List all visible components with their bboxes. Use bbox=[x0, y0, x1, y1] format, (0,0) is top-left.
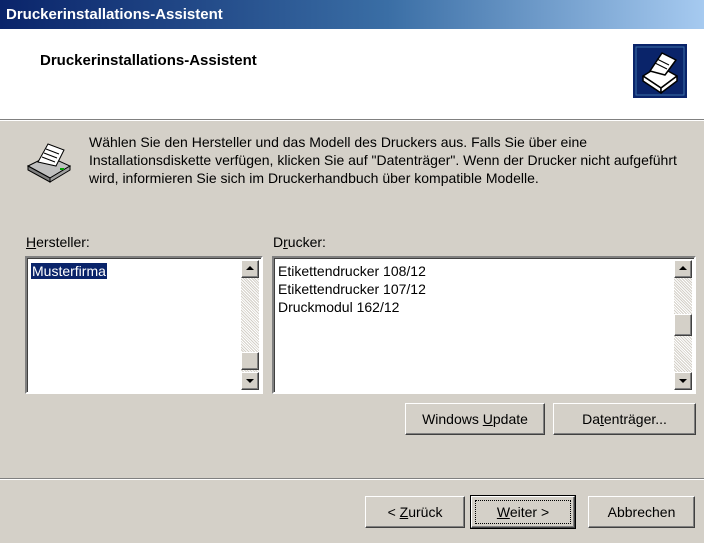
printer-scrollbar[interactable] bbox=[674, 260, 692, 390]
printer-item[interactable]: Etikettendrucker 108/12 bbox=[278, 262, 426, 280]
manufacturer-list[interactable]: Musterfirma bbox=[25, 256, 263, 394]
manufacturer-label: Hersteller: bbox=[26, 234, 90, 250]
scroll-thumb[interactable] bbox=[241, 352, 259, 370]
printer-item[interactable]: Etikettendrucker 107/12 bbox=[278, 280, 426, 298]
cancel-button[interactable]: Abbrechen bbox=[588, 496, 695, 528]
printer-item[interactable]: Druckmodul 162/12 bbox=[278, 298, 426, 316]
title-bar[interactable]: Druckerinstallations-Assistent bbox=[0, 0, 704, 29]
manufacturer-scrollbar[interactable] bbox=[241, 260, 259, 390]
printer-list[interactable]: Etikettendrucker 108/12 Etikettendrucker… bbox=[272, 256, 696, 394]
window-title: Druckerinstallations-Assistent bbox=[6, 6, 223, 23]
focus-rect bbox=[475, 500, 571, 524]
scroll-down-button[interactable] bbox=[241, 372, 259, 390]
printer-label: Drucker: bbox=[273, 234, 326, 250]
scroll-thumb[interactable] bbox=[674, 314, 692, 336]
have-disk-button[interactable]: Datenträger... bbox=[553, 403, 696, 435]
printer-install-wizard-window: Druckerinstallations-Assistent Druckerin… bbox=[0, 0, 704, 543]
printer-icon bbox=[26, 143, 72, 183]
windows-update-button[interactable]: Windows Update bbox=[405, 403, 545, 435]
footer-separator bbox=[0, 478, 704, 480]
scroll-down-button[interactable] bbox=[674, 372, 692, 390]
intro-text: Wählen Sie den Hersteller und das Modell… bbox=[89, 134, 677, 186]
scroll-up-button[interactable] bbox=[674, 260, 692, 278]
header-title: Druckerinstallations-Assistent bbox=[40, 52, 257, 69]
printer-wizard-icon bbox=[633, 44, 687, 98]
scroll-up-button[interactable] bbox=[241, 260, 259, 278]
next-button[interactable]: Weiter > bbox=[470, 495, 576, 529]
wizard-header: Druckerinstallations-Assistent bbox=[0, 29, 704, 121]
manufacturer-item[interactable]: Musterfirma bbox=[30, 262, 108, 280]
back-button[interactable]: < Zurück bbox=[365, 496, 465, 528]
